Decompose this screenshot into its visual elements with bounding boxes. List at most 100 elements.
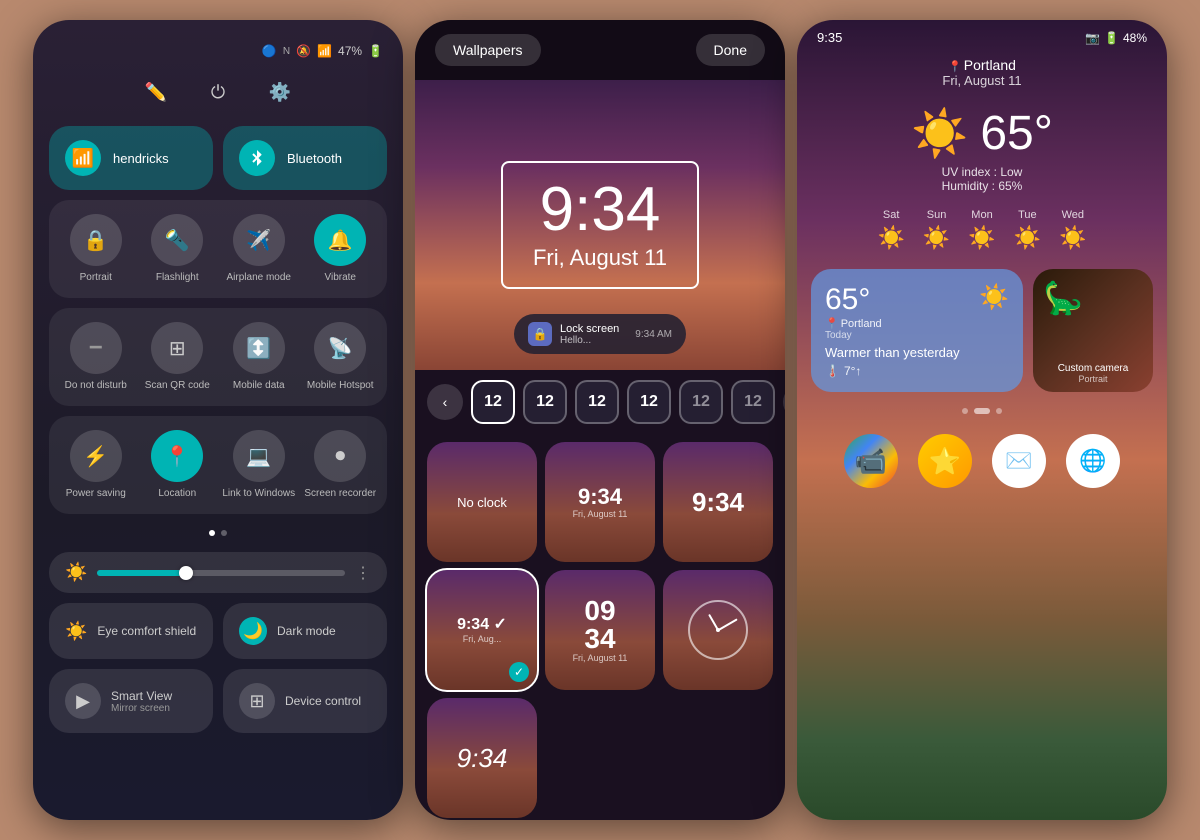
bluetooth-tile[interactable]: Bluetooth (223, 126, 387, 190)
portrait-tile[interactable]: 🔒 Portrait (59, 214, 133, 284)
wallpapers-button[interactable]: Wallpapers (435, 34, 541, 66)
clock-digital-big[interactable]: 9:34 (663, 442, 773, 562)
forecast-row: Sat ☀️ Sun ☀️ Mon ☀️ Tue ☀️ Wed ☀️ (797, 201, 1167, 259)
brightness-fill (97, 570, 184, 576)
device-control-tile[interactable]: ⊞ Device control (223, 669, 387, 733)
sun-icon: ☀️ (911, 106, 968, 161)
gmail-app-icon[interactable]: ✉️ (992, 434, 1046, 488)
clock-analog[interactable] (663, 570, 773, 690)
no-clock-label: No clock (457, 495, 507, 510)
style-num-1[interactable]: 12 (471, 380, 515, 424)
style-num-6[interactable]: 12 (731, 380, 775, 424)
hotspot-icon: 📡 (314, 322, 366, 374)
data-icon: ↕️ (233, 322, 285, 374)
airplane-icon: ✈️ (233, 214, 285, 266)
vibrate-tile[interactable]: 🔔 Vibrate (304, 214, 378, 284)
vibrate-label: Vibrate (324, 272, 356, 284)
smart-view-tile[interactable]: ▶ Smart View Mirror screen (49, 669, 213, 733)
style-num-2[interactable]: 12 (523, 380, 567, 424)
clock-date-3: Fri, Aug... (457, 634, 507, 644)
analog-face (688, 600, 748, 660)
wifi-tile[interactable]: 📶 hendricks (49, 126, 213, 190)
clock-digital-check[interactable]: 9:34 ✓ Fri, Aug... ✓ (427, 570, 537, 690)
link-windows-tile[interactable]: 💻 Link to Windows (222, 430, 296, 500)
data-tile[interactable]: ↕️ Mobile data (222, 322, 296, 392)
weather-widget[interactable]: 65° 📍Portland ☀️ Today Warmer than yeste… (811, 269, 1023, 392)
style-num-3[interactable]: 12 (575, 380, 619, 424)
signal-icon: 📶 (317, 44, 332, 58)
flashlight-tile[interactable]: 🔦 Flashlight (141, 214, 215, 284)
style-num-5[interactable]: 12 (679, 380, 723, 424)
meet-app-icon[interactable]: 📹 (844, 434, 898, 488)
phone-quick-settings: 🔵 N 🔕 📶 47% 🔋 ✏️ ⏻ ⚙️ 📶 hendricks (33, 20, 403, 820)
clock-block[interactable]: 09 34 Fri, August 11 (545, 570, 655, 690)
brightness-bar[interactable] (97, 570, 345, 576)
hs-battery-text: 48% (1123, 31, 1147, 45)
page-dots (797, 402, 1167, 420)
quick-settings-panel: 🔵 N 🔕 📶 47% 🔋 ✏️ ⏻ ⚙️ 📶 hendricks (33, 20, 403, 820)
forecast-mon: Mon ☀️ (968, 209, 995, 251)
clock-none[interactable]: No clock (427, 442, 537, 562)
clock-italic[interactable]: 9:34 (427, 698, 537, 818)
qr-label: Scan QR code (145, 380, 210, 392)
clock-style-selector: ‹ 12 12 12 12 12 12 › (415, 370, 785, 434)
brightness-thumb[interactable] (179, 566, 193, 580)
temperature: 65° (980, 106, 1053, 161)
edit-icon[interactable]: ✏️ (140, 76, 172, 108)
widget-temp-change: 🌡️ 7°↑ (825, 364, 1009, 378)
chrome-app-icon[interactable]: 🌐 (1066, 434, 1120, 488)
uv-index: UV index : Low (797, 165, 1167, 179)
clock-date-1: Fri, August 11 (573, 509, 628, 519)
battery-text: 47% (338, 44, 362, 58)
camera-widget[interactable]: 🦕 Custom camera Portrait (1033, 269, 1153, 392)
wifi-icon: 📶 (65, 140, 101, 176)
widget-location: 📍Portland (825, 317, 882, 330)
app-dock: 📹 ⭐ ✉️ 🌐 (797, 420, 1167, 508)
bluetooth-icon (239, 140, 275, 176)
bottom-tiles-row: ▶ Smart View Mirror screen ⊞ Device cont… (49, 669, 387, 733)
quick-settings-grid-2: − Do not disturb ⊞ Scan QR code ↕️ Mobil… (49, 308, 387, 406)
more-options-icon[interactable]: ⋮ (355, 563, 371, 583)
prev-style-arrow[interactable]: ‹ (427, 384, 463, 420)
device-control-label: Device control (285, 694, 361, 708)
eye-comfort-toggle[interactable]: ☀️ Eye comfort shield (49, 603, 213, 659)
notification-pill: 🔒 Lock screen Hello... 9:34 AM (514, 314, 686, 354)
qr-tile[interactable]: ⊞ Scan QR code (141, 322, 215, 392)
wifi-label: hendricks (113, 151, 169, 166)
location-icon: 📍 (151, 430, 203, 482)
weather-sub: UV index : Low Humidity : 65% (797, 165, 1167, 201)
silent-icon: 🔕 (296, 44, 311, 58)
forecast-tue: Tue ☀️ (1014, 209, 1041, 251)
clock-digital-check-content: 9:34 ✓ Fri, Aug... (457, 616, 507, 644)
settings-icon[interactable]: ⚙️ (264, 76, 296, 108)
brightness-control[interactable]: ☀️ ⋮ (49, 552, 387, 593)
done-button[interactable]: Done (696, 34, 765, 66)
fav-app-icon[interactable]: ⭐ (918, 434, 972, 488)
airplane-tile[interactable]: ✈️ Airplane mode (222, 214, 296, 284)
clock-italic-time: 9:34 (457, 743, 508, 774)
screen-recorder-tile[interactable]: ⏺ Screen recorder (304, 430, 378, 500)
power-save-tile[interactable]: ⚡ Power saving (59, 430, 133, 500)
widget-temp: 65° (825, 283, 882, 317)
hs-time: 9:35 (817, 30, 842, 45)
power-save-label: Power saving (66, 488, 126, 500)
dark-mode-icon: 🌙 (239, 617, 267, 645)
location-label: Location (158, 488, 196, 500)
hotspot-tile[interactable]: 📡 Mobile Hotspot (304, 322, 378, 392)
clock-digital-date[interactable]: 9:34 Fri, August 11 (545, 442, 655, 562)
forecast-sun: Sun ☀️ (923, 209, 950, 251)
power-icon[interactable]: ⏻ (202, 76, 234, 108)
dnd-tile[interactable]: − Do not disturb (59, 322, 133, 392)
link-windows-label: Link to Windows (222, 488, 295, 500)
next-style-arrow[interactable]: › (783, 384, 785, 420)
data-label: Mobile data (233, 380, 285, 392)
city-label: Portland (817, 57, 1147, 73)
hs-status-icons: 📷 🔋 48% (1085, 31, 1147, 45)
dark-mode-toggle[interactable]: 🌙 Dark mode (223, 603, 387, 659)
location-tile[interactable]: 📍 Location (141, 430, 215, 500)
flashlight-label: Flashlight (156, 272, 199, 284)
style-num-4[interactable]: 12 (627, 380, 671, 424)
widget-today: Today (825, 330, 1009, 341)
battery-icon: 🔋 (368, 44, 383, 58)
eye-comfort-icon: ☀️ (65, 621, 87, 642)
